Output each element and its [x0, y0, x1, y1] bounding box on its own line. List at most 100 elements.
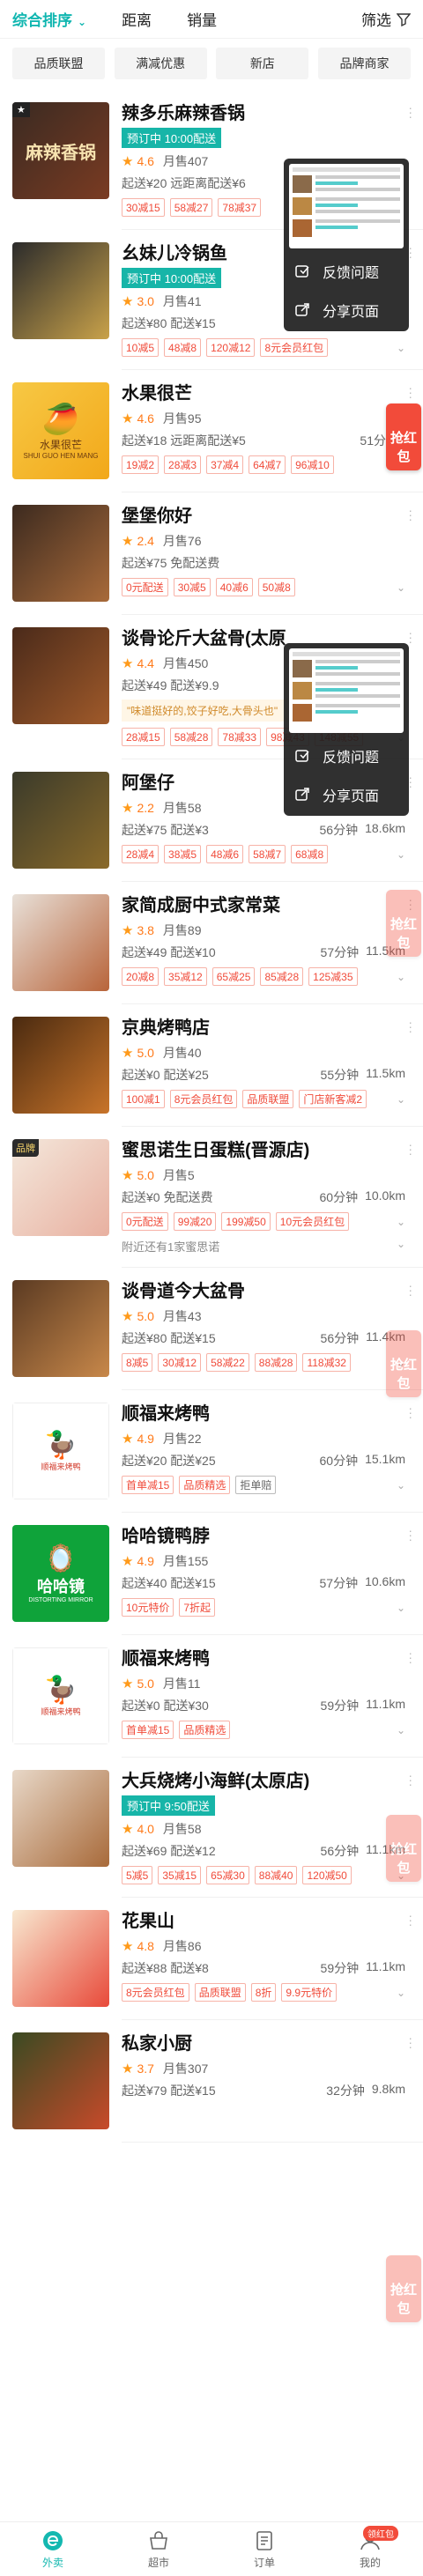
nearby-stores-link[interactable]: 附近还有1家蜜思诺 ⌄: [122, 1238, 405, 1255]
red-packet-button[interactable]: 抢红包: [386, 2255, 421, 2322]
share-menu-item[interactable]: 分享页面: [289, 772, 404, 811]
more-options-icon[interactable]: · · ·: [408, 1524, 412, 1545]
more-options-icon[interactable]: · · ·: [408, 241, 412, 263]
delivery-time: 32分钟: [326, 2084, 365, 2098]
more-options-icon[interactable]: · · ·: [408, 504, 412, 525]
chevron-down-icon[interactable]: ⌄: [397, 1479, 405, 1492]
chevron-down-icon[interactable]: ⌄: [397, 1724, 405, 1736]
more-options-icon[interactable]: · · ·: [408, 2032, 412, 2053]
presale-badge: 预订中 9:50配送: [122, 1795, 215, 1816]
tab-profile[interactable]: 我的 领红包: [317, 2522, 423, 2576]
chevron-down-icon[interactable]: ⌄: [397, 1602, 405, 1614]
share-menu-item[interactable]: 分享页面: [289, 287, 404, 326]
promo-tag: 35减15: [158, 1866, 202, 1884]
delivery-row: 起送¥18 远距离配送¥5 51分钟: [122, 432, 405, 449]
promo-tag: 37减4: [206, 455, 244, 474]
more-options-icon[interactable]: · · ·: [408, 626, 412, 648]
sort-sales-button[interactable]: 销量: [187, 8, 217, 30]
promo-tags: 首单减15 品质精选 ⌄: [122, 1721, 405, 1739]
tab-supermarket[interactable]: 超市: [106, 2522, 212, 2576]
feedback-menu-item[interactable]: 反馈问题: [289, 733, 404, 772]
shop-name: 家简成厨中式家常菜: [122, 896, 280, 915]
tab-label: 外卖: [41, 2556, 63, 2569]
filter-button[interactable]: 筛选: [361, 8, 411, 30]
more-options-icon[interactable]: · · ·: [408, 1909, 412, 1930]
star-icon: ★: [122, 534, 134, 549]
tab-orders[interactable]: 订单: [212, 2522, 317, 2576]
rating-score: 3.7: [137, 2062, 154, 2076]
red-packet-button[interactable]: 抢红包: [386, 890, 421, 957]
promo-tag: 0元配送: [122, 578, 168, 596]
chevron-down-icon[interactable]: ⌄: [397, 581, 405, 594]
shop-card[interactable]: 京典烤鸭店 ★ 5.0 月售40 起送¥0 配送¥25 55分钟 11.5km 100减1 8元…: [0, 1004, 423, 1114]
more-options-icon[interactable]: · · ·: [408, 1016, 412, 1037]
promo-tag: 125减35: [308, 967, 358, 986]
delivery-info: 起送¥80 配送¥15: [122, 1331, 216, 1345]
more-options-icon[interactable]: · · ·: [408, 101, 412, 122]
delivery-time: 56分钟: [320, 1331, 360, 1345]
promo-tag: 0元配送: [122, 1212, 168, 1231]
chevron-down-icon[interactable]: ⌄: [397, 1093, 405, 1106]
chevron-down-icon[interactable]: ⌄: [397, 342, 405, 354]
shop-card[interactable]: 大兵烧烤小海鲜(太原店) 预订中 9:50配送 ★ 4.0 月售58 起送¥69 配送¥1…: [0, 1758, 423, 1884]
share-icon: [295, 788, 309, 801]
rating-score: 2.4: [137, 534, 154, 548]
chevron-down-icon[interactable]: ⌄: [397, 848, 405, 861]
shop-card[interactable]: 品牌 蜜思诺生日蛋糕(晋源店) ★ 5.0 月售5 起送¥0 免配送费 60分钟 10.0km…: [0, 1127, 423, 1255]
more-options-icon[interactable]: · · ·: [408, 1279, 412, 1300]
promo-tag: 78减33: [218, 728, 262, 746]
sort-default-label: 综合排序: [12, 12, 72, 29]
chip-discount[interactable]: 满减优惠: [114, 48, 207, 79]
shop-name: 辣多乐麻辣香锅: [122, 104, 245, 123]
promo-tags: 10元特价 7折起 ⌄: [122, 1598, 405, 1617]
shop-card[interactable]: 私家小厨 ★ 3.7 月售307 起送¥79 配送¥15 32分钟 9.8km · · ·: [0, 2020, 423, 2129]
delivery-row: 起送¥79 配送¥15 32分钟 9.8km: [122, 2082, 405, 2099]
rating-score: 4.9: [137, 1432, 154, 1446]
sort-default-button[interactable]: 综合排序 ⌄: [12, 8, 86, 30]
red-packet-button[interactable]: 抢红包: [386, 403, 421, 470]
distance: 10.6km: [365, 1574, 405, 1588]
promo-tags: 19减228减337减464减796减10⌄: [122, 455, 405, 474]
shop-card[interactable]: 堡堡你好 ★ 2.4 月售76 起送¥75 免配送费 0元配送 30减5 40减6 50减8 ⌄ ·…: [0, 492, 423, 602]
shop-name: 顺福来烤鸭: [122, 1649, 210, 1669]
thumb-text: 水果很芒: [39, 439, 82, 451]
more-options-icon[interactable]: · · ·: [408, 1769, 412, 1790]
chip-quality-alliance[interactable]: 品质联盟: [12, 48, 105, 79]
shop-card[interactable]: 🦆 顺福来烤鸭 顺福来烤鸭 ★ 5.0 月售11 起送¥0 配送¥30 59分钟 11.1km 首…: [0, 1635, 423, 1744]
chevron-down-icon[interactable]: ⌄: [397, 1987, 405, 1999]
delivery-info: 起送¥79 配送¥15: [122, 2084, 216, 2098]
more-options-icon[interactable]: · · ·: [408, 771, 412, 792]
shop-thumbnail: ★ 麻辣香锅: [12, 102, 109, 199]
more-options-icon[interactable]: · · ·: [408, 1402, 412, 1423]
delivery-row: 起送¥88 配送¥8 59分钟 11.1km: [122, 1959, 405, 1977]
more-options-icon[interactable]: · · ·: [408, 381, 412, 403]
more-options-icon[interactable]: · · ·: [408, 1647, 412, 1668]
red-packet-button[interactable]: 抢红包: [386, 1330, 421, 1397]
chevron-down-icon[interactable]: ⌄: [397, 971, 405, 983]
divider: [122, 2142, 423, 2143]
chip-new-store[interactable]: 新店: [216, 48, 309, 79]
shop-card[interactable]: 🦆 顺福来烤鸭 顺福来烤鸭 ★ 4.9 月售22 起送¥20 配送¥25 60分钟 15.1km…: [0, 1390, 423, 1499]
red-packet-button[interactable]: 抢红包: [386, 1815, 421, 1882]
shop-card[interactable]: 谈骨道今大盆骨 ★ 5.0 月售43 起送¥80 配送¥15 56分钟 11.4km 8减5 3…: [0, 1268, 423, 1377]
more-options-icon[interactable]: · · ·: [408, 1138, 412, 1159]
shop-info: 水果很芒 ★ 4.6 月售95 起送¥18 远距离配送¥5 51分钟 19减2 28减3 37减…: [122, 382, 411, 479]
delivery-row: 起送¥20 配送¥25 60分钟 15.1km: [122, 1452, 405, 1469]
popup-menu: 反馈问题 分享页面: [284, 159, 409, 331]
thumb-text: 顺福来烤鸭: [41, 1707, 81, 1716]
tab-takeout[interactable]: 外卖: [0, 2522, 106, 2576]
rating-score: 4.6: [137, 411, 154, 426]
shop-card[interactable]: 🥭 水果很芒 SHUI GUO HEN MANG 水果很芒 ★ 4.6 月售95 起送¥18 …: [0, 370, 423, 479]
distance: 18.6km: [365, 821, 405, 835]
chip-brand[interactable]: 品牌商家: [317, 48, 411, 79]
food-photo: [12, 1910, 109, 2007]
feedback-menu-item[interactable]: 反馈问题: [289, 248, 404, 287]
shop-card[interactable]: 家简成厨中式家常菜 ★ 3.8 月售89 起送¥49 配送¥10 57分钟 11.5km 20…: [0, 882, 423, 991]
chevron-down-icon[interactable]: ⌄: [397, 1216, 405, 1228]
sort-distance-button[interactable]: 距离: [122, 8, 152, 30]
rating-score: 4.9: [137, 1554, 154, 1568]
shop-card[interactable]: 🪞 哈哈镜 DISTORTING MIRROR 哈哈镜鸭脖 ★ 4.9 月售155 起送¥40…: [0, 1513, 423, 1622]
promo-tags: 100减1 8元会员红包 品质联盟 门店新客减2 ⌄: [122, 1090, 405, 1108]
feedback-icon: [295, 265, 309, 278]
shop-card[interactable]: 花果山 ★ 4.8 月售86 起送¥88 配送¥8 59分钟 11.1km 8元会员红包 品质联…: [0, 1898, 423, 2007]
